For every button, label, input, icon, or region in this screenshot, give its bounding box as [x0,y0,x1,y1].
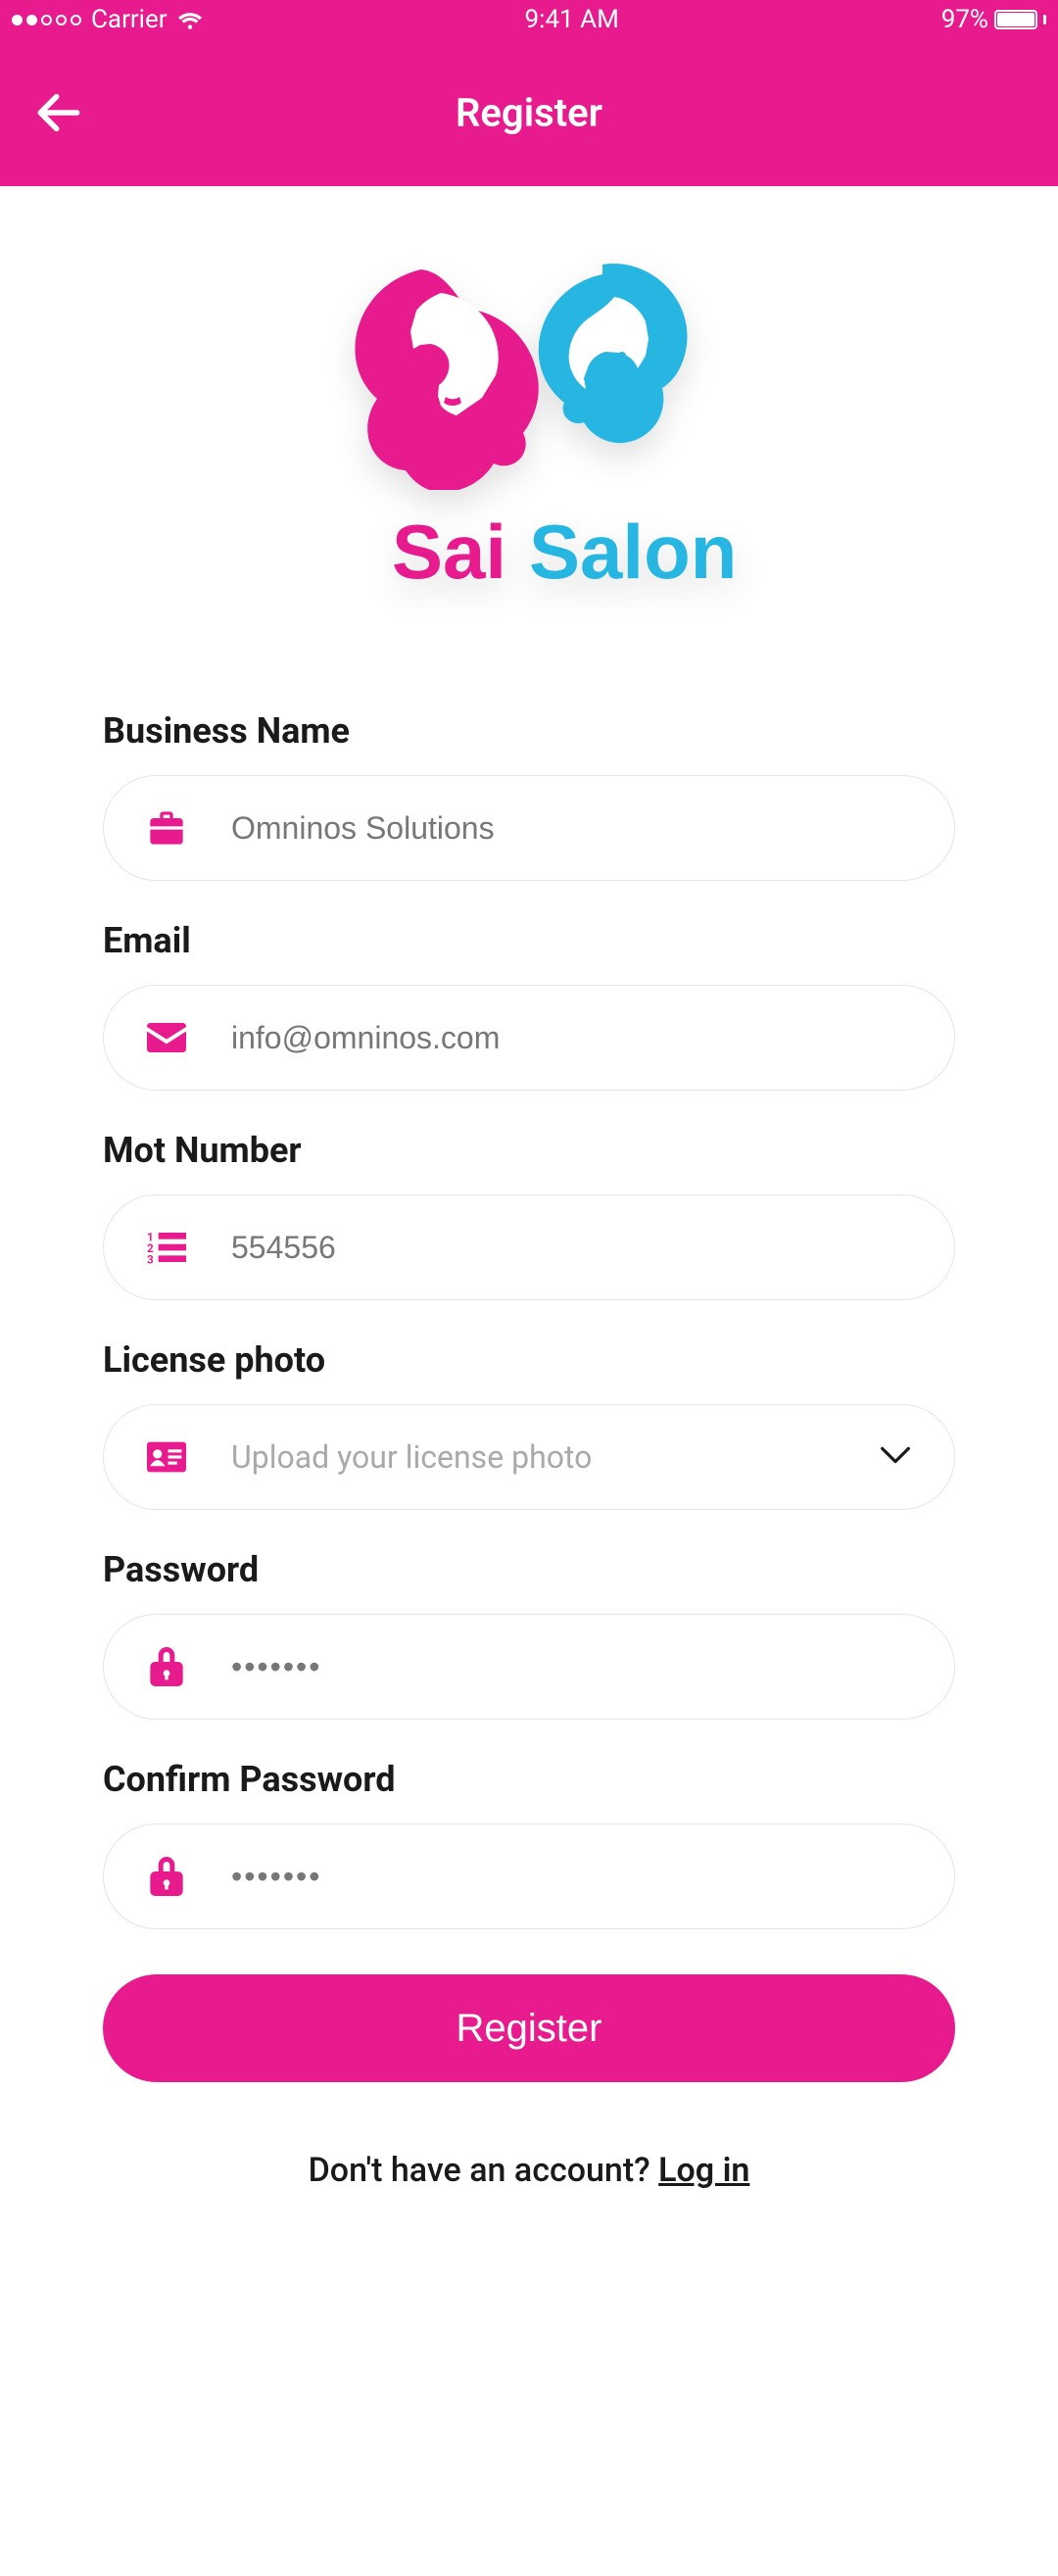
confirm-password-label: Confirm Password [103,1759,955,1800]
footer-line: Don't have an account? Log in [103,2151,955,2190]
app-header: Register [0,39,1058,186]
footer-prefix: Don't have an account? [309,2151,659,2190]
status-time: 9:41 AM [525,5,619,34]
business-name-input[interactable] [231,810,911,847]
password-label: Password [103,1549,955,1590]
email-input[interactable] [231,1020,911,1056]
battery-indicator: 97% [941,5,1046,34]
page-title: Register [456,90,602,136]
mot-number-input[interactable] [231,1230,911,1266]
chevron-down-icon [880,1445,911,1469]
business-name-field-wrap[interactable] [103,775,955,881]
wifi-icon [177,10,203,29]
brand-word2: Salon [529,509,737,595]
license-photo-field-wrap[interactable]: Upload your license photo [103,1404,955,1510]
mot-number-group: Mot Number 123 [103,1130,955,1300]
confirm-password-input[interactable] [231,1859,911,1895]
brand-logo: Sai Salon [103,250,955,603]
svg-text:3: 3 [147,1253,154,1265]
login-link[interactable]: Log in [658,2151,749,2190]
license-photo-group: License photo Upload your license photo [103,1339,955,1510]
password-input[interactable] [231,1649,911,1685]
license-photo-label: License photo [103,1339,955,1381]
envelope-icon [147,1018,186,1057]
password-group: Password [103,1549,955,1720]
confirm-password-group: Confirm Password [103,1759,955,1929]
email-group: Email [103,920,955,1091]
email-label: Email [103,920,955,961]
carrier-label: Carrier [91,5,168,34]
status-left: Carrier [12,5,203,34]
license-photo-placeholder: Upload your license photo [231,1438,835,1476]
signal-dots-icon [12,15,81,25]
brand-word1: Sai [392,509,506,595]
email-field-wrap[interactable] [103,985,955,1091]
business-name-group: Business Name [103,710,955,881]
briefcase-icon [147,808,186,848]
password-field-wrap[interactable] [103,1614,955,1720]
id-card-icon [147,1437,186,1477]
status-right: 97% [941,5,1046,34]
business-name-label: Business Name [103,710,955,752]
lock-icon [147,1857,186,1896]
confirm-password-field-wrap[interactable] [103,1823,955,1929]
mot-number-field-wrap[interactable]: 123 [103,1194,955,1300]
register-button[interactable]: Register [103,1974,955,2082]
battery-percent: 97% [941,5,988,34]
status-bar: Carrier 9:41 AM 97% [0,0,1058,39]
register-form-content: Sai Salon Business Name Email Mot Number [0,186,1058,2268]
mot-number-label: Mot Number [103,1130,955,1171]
back-button[interactable] [29,83,88,142]
lock-icon [147,1647,186,1686]
numbered-list-icon: 123 [147,1228,186,1267]
